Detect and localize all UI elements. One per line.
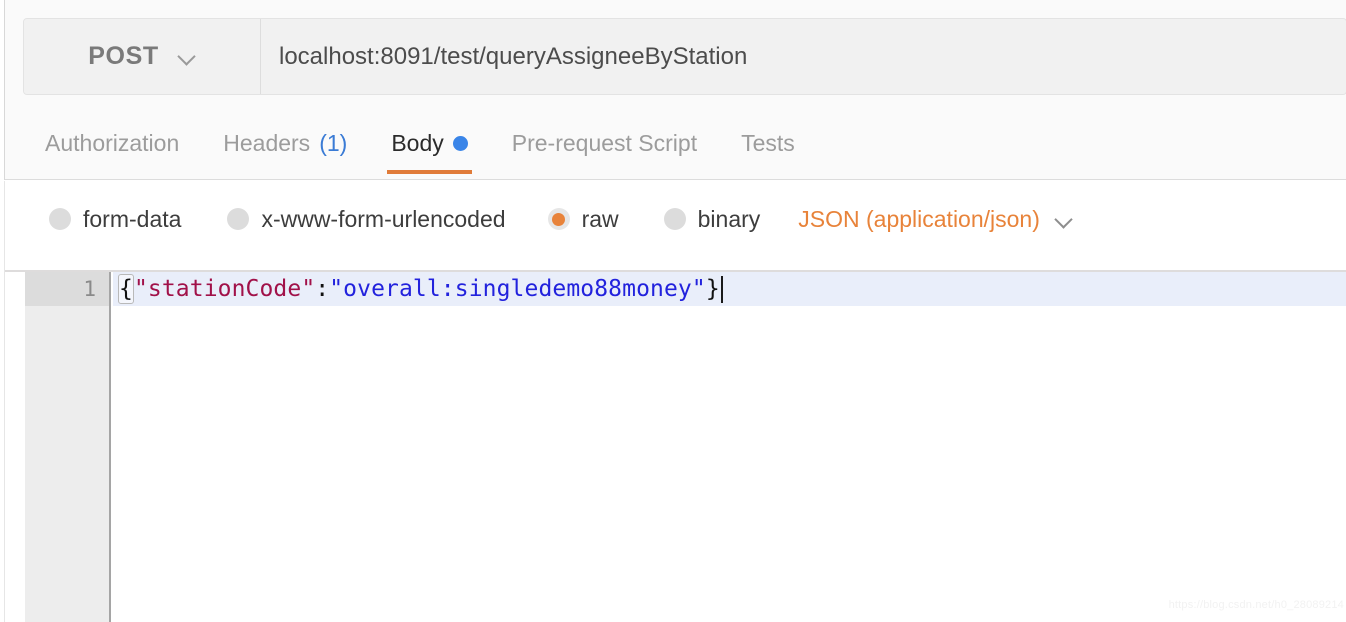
tab-pre-request-script[interactable]: Pre-request Script xyxy=(490,112,719,174)
radio-icon xyxy=(49,208,71,230)
radio-icon xyxy=(227,208,250,230)
json-string-value: "overall:singledemo88money" xyxy=(329,276,706,302)
request-tabs: Authorization Headers (1) Body Pre-reque… xyxy=(23,112,817,180)
json-open-brace: { xyxy=(118,274,134,304)
body-type-label: binary xyxy=(697,205,761,232)
url-input-wrapper[interactable] xyxy=(261,19,1346,94)
raw-body-editor[interactable]: 1 {"stationCode": "overall:singledemo88mo… xyxy=(5,270,1346,622)
postman-request-pane: POST Authorization Headers (1) Body xyxy=(0,0,1346,622)
watermark: https://blog.csdn.net/h0_28089214 xyxy=(1168,599,1344,611)
tab-label: Pre-request Script xyxy=(511,129,698,156)
editor-gutter-active-row: 1 xyxy=(25,272,109,306)
editor-code-line[interactable]: {"stationCode": "overall:singledemo88mone… xyxy=(118,272,723,306)
radio-icon xyxy=(663,208,686,230)
body-type-binary[interactable]: binary xyxy=(663,205,761,233)
body-type-label: form-data xyxy=(83,205,182,232)
body-type-x-www-form-urlencoded[interactable]: x-www-form-urlencoded xyxy=(227,205,506,233)
line-number: 1 xyxy=(83,277,96,301)
body-type-options: form-data x-www-form-urlencoded raw bina… xyxy=(5,181,1346,257)
body-type-raw[interactable]: raw xyxy=(547,205,619,233)
url-bar: POST xyxy=(23,18,1346,95)
body-type-form-data[interactable]: form-data xyxy=(49,206,181,233)
json-close-brace: } xyxy=(705,276,720,302)
tab-tests[interactable]: Tests xyxy=(719,112,817,174)
tab-label: Body xyxy=(391,129,444,156)
radio-icon-selected xyxy=(547,208,570,230)
tab-body[interactable]: Body xyxy=(369,112,489,174)
tab-body-indicator-dot xyxy=(452,135,468,151)
tab-label: Tests xyxy=(741,129,795,156)
content-type-label: JSON (application/json) xyxy=(798,205,1040,232)
tab-headers-count: (1) xyxy=(319,129,348,156)
tab-underline xyxy=(387,170,472,174)
tab-label: Authorization xyxy=(45,129,180,156)
text-caret xyxy=(720,275,723,303)
http-method-label: POST xyxy=(88,42,159,70)
tab-headers[interactable]: Headers (1) xyxy=(201,112,369,174)
url-input[interactable] xyxy=(279,42,1346,71)
chevron-down-icon xyxy=(1056,211,1073,228)
json-key: "stationCode" xyxy=(133,276,316,302)
content-type-selector[interactable]: JSON (application/json) xyxy=(798,206,1073,233)
chevron-down-icon xyxy=(179,48,196,65)
body-type-label: x-www-form-urlencoded xyxy=(261,205,506,232)
tab-label: Headers xyxy=(223,129,311,156)
body-type-label: raw xyxy=(581,205,619,232)
tab-authorization[interactable]: Authorization xyxy=(23,112,201,174)
json-colon: : xyxy=(315,276,330,302)
request-header-area: POST Authorization Headers (1) Body xyxy=(5,0,1346,180)
http-method-selector[interactable]: POST xyxy=(24,19,261,94)
editor-gutter: 1 xyxy=(25,272,111,622)
